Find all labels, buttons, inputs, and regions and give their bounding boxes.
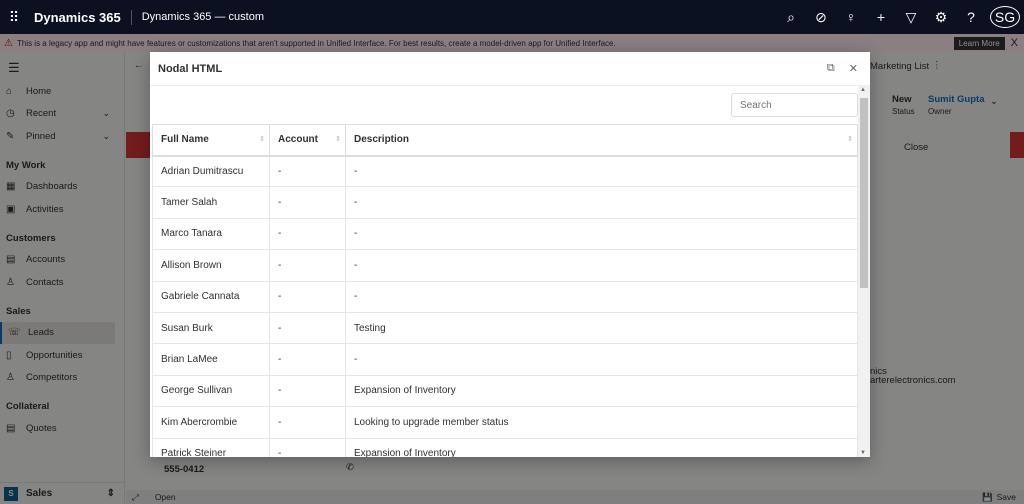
full-name-cell: Allison Brown <box>152 249 270 282</box>
full-name-cell: Marco Tanara <box>152 217 270 251</box>
table-row[interactable]: Allison Brown - - <box>152 249 858 282</box>
table-row[interactable]: Patrick Steiner - Expansion of Inventory <box>152 437 858 457</box>
table-row[interactable]: Tamer Salah - - <box>152 186 858 219</box>
column-header-label: Full Name <box>161 134 209 146</box>
description-cell: Expansion of Inventory <box>345 437 858 457</box>
app-name: Dynamics 365 — custom <box>141 11 264 23</box>
description-cell: - <box>345 186 858 219</box>
description-cell: Looking to upgrade member status <box>345 406 858 439</box>
leads-table: Full Name ⇕ Account ⇕ Description ⇕ Adrian Du… <box>152 124 858 457</box>
column-header-description[interactable]: Description ⇕ <box>345 124 858 157</box>
search-icon[interactable]: ⌕ <box>776 9 806 26</box>
task-icon[interactable]: ⊘ <box>806 9 836 26</box>
table-row[interactable]: George Sullivan - Expansion of Inventory <box>152 374 858 408</box>
popout-icon[interactable]: ⧉ <box>827 62 835 75</box>
full-name-cell: Gabriele Cannata <box>152 280 270 313</box>
column-header-label: Account <box>278 134 318 146</box>
description-cell: - <box>345 280 858 313</box>
account-cell: - <box>269 406 346 439</box>
table-row[interactable]: Susan Burk - Testing <box>152 311 858 345</box>
help-icon[interactable]: ? <box>956 9 986 25</box>
description-cell: Expansion of Inventory <box>345 374 858 408</box>
full-name-cell: Patrick Steiner <box>152 437 270 457</box>
full-name-cell: George Sullivan <box>152 374 270 408</box>
top-bar: ⠿ Dynamics 365 Dynamics 365 — custom ⌕ ⊘… <box>0 0 1024 34</box>
table-row[interactable]: Marco Tanara - - <box>152 217 858 251</box>
full-name-cell: Susan Burk <box>152 311 270 345</box>
filter-icon[interactable]: ▽ <box>896 9 926 26</box>
account-cell: - <box>269 217 346 251</box>
description-cell: - <box>345 249 858 282</box>
account-cell: - <box>269 186 346 219</box>
app-launcher-icon[interactable]: ⠿ <box>0 9 28 26</box>
full-name-cell: Kim Abercrombie <box>152 406 270 439</box>
sort-icon[interactable]: ⇕ <box>335 135 341 143</box>
description-cell: - <box>345 343 858 376</box>
full-name-cell: Adrian Dumitrascu <box>152 154 270 188</box>
dialog-title: Nodal HTML <box>158 62 223 75</box>
account-cell: - <box>269 280 346 313</box>
account-cell: - <box>269 437 346 457</box>
plus-icon[interactable]: + <box>866 9 896 25</box>
table-row[interactable]: Gabriele Cannata - - <box>152 280 858 313</box>
search-input[interactable] <box>731 93 858 117</box>
account-cell: - <box>269 343 346 376</box>
description-cell: - <box>345 154 858 188</box>
column-header-account[interactable]: Account ⇕ <box>269 124 346 157</box>
gear-icon[interactable]: ⚙ <box>926 9 956 26</box>
nodal-html-dialog: Nodal HTML ⧉ ✕ Full Name⇕Account⇕Descrip… <box>150 52 870 457</box>
full-name-cell: Brian LaMee <box>152 343 270 376</box>
full-name-cell: Tamer Salah <box>152 186 270 219</box>
avatar[interactable]: SG <box>990 6 1020 28</box>
brand-name[interactable]: Dynamics 365 <box>28 9 132 25</box>
account-cell: - <box>269 374 346 408</box>
account-cell: - <box>269 249 346 282</box>
table-row[interactable]: Kim Abercrombie - Looking to upgrade membe… <box>152 406 858 439</box>
dialog-scrollbar[interactable]: ▲ ▼ <box>858 86 870 457</box>
column-header-full-name[interactable]: Full Name ⇕ <box>152 124 270 157</box>
lightbulb-icon[interactable]: ♀ <box>836 9 866 25</box>
sort-icon[interactable]: ⇕ <box>847 135 853 143</box>
close-icon[interactable]: ✕ <box>849 62 858 75</box>
table-row[interactable]: Brian LaMee - - <box>152 343 858 376</box>
account-cell: - <box>269 154 346 188</box>
column-header-label: Description <box>354 134 410 146</box>
description-cell: - <box>345 217 858 251</box>
table-row[interactable]: Adrian Dumitrascu - - <box>152 154 858 188</box>
sort-icon[interactable]: ⇕ <box>259 135 265 143</box>
description-cell: Testing <box>345 311 858 345</box>
account-cell: - <box>269 311 346 345</box>
